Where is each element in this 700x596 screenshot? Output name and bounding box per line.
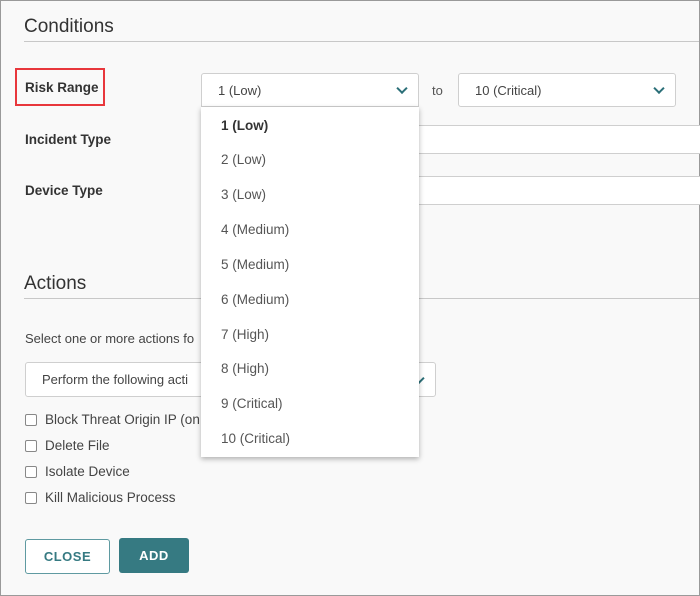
checkbox-block-ip[interactable]: Block Threat Origin IP (on xyxy=(25,412,200,427)
menu-option[interactable]: 2 (Low) xyxy=(221,152,266,167)
checkbox[interactable] xyxy=(25,439,37,452)
device-type-label: Device Type xyxy=(25,183,103,198)
risk-from-select[interactable]: 1 (Low) xyxy=(201,73,419,107)
checkbox-isolate-device[interactable]: Isolate Device xyxy=(25,464,130,479)
checkbox[interactable] xyxy=(25,413,37,426)
incident-type-input[interactable] xyxy=(401,125,700,154)
divider xyxy=(24,41,699,42)
checkbox-label: Isolate Device xyxy=(45,464,130,479)
dialog: Conditions Risk Range 1 (Low) to 10 (Cri… xyxy=(0,0,700,596)
device-type-input[interactable] xyxy=(401,176,700,205)
checkbox-label: Kill Malicious Process xyxy=(45,490,176,505)
action-mode-value: Perform the following acti xyxy=(42,372,188,387)
actions-instruction: Select one or more actions fo xyxy=(25,331,195,346)
menu-option[interactable]: 4 (Medium) xyxy=(221,222,289,237)
to-label: to xyxy=(432,83,443,98)
chevron-down-icon xyxy=(396,82,408,95)
actions-heading: Actions xyxy=(24,273,87,294)
close-button[interactable]: CLOSE xyxy=(25,539,110,574)
checkbox-kill-process[interactable]: Kill Malicious Process xyxy=(25,490,176,505)
menu-option[interactable]: 6 (Medium) xyxy=(221,292,289,307)
conditions-heading: Conditions xyxy=(24,16,114,37)
menu-option[interactable]: 1 (Low) xyxy=(221,118,268,133)
checkbox-label: Delete File xyxy=(45,438,110,453)
risk-range-label: Risk Range xyxy=(25,80,99,95)
menu-option[interactable]: 5 (Medium) xyxy=(221,257,289,272)
risk-to-value: 10 (Critical) xyxy=(475,82,542,98)
incident-type-label: Incident Type xyxy=(25,132,112,147)
add-button[interactable]: ADD xyxy=(119,538,189,573)
risk-from-value: 1 (Low) xyxy=(218,82,262,98)
menu-option[interactable]: 7 (High) xyxy=(221,327,269,342)
risk-to-select[interactable]: 10 (Critical) xyxy=(458,73,676,107)
menu-option[interactable]: 3 (Low) xyxy=(221,187,266,202)
checkbox[interactable] xyxy=(25,465,37,478)
checkbox-label: Block Threat Origin IP (on xyxy=(45,412,200,427)
risk-dropdown-menu: 1 (Low) 2 (Low) 3 (Low) 4 (Medium) 5 (Me… xyxy=(201,107,419,457)
menu-option[interactable]: 10 (Critical) xyxy=(221,431,290,446)
chevron-down-icon xyxy=(653,82,665,95)
checkbox[interactable] xyxy=(25,491,37,504)
checkbox-delete-file[interactable]: Delete File xyxy=(25,438,110,453)
menu-option[interactable]: 9 (Critical) xyxy=(221,396,283,411)
menu-option[interactable]: 8 (High) xyxy=(221,361,269,376)
